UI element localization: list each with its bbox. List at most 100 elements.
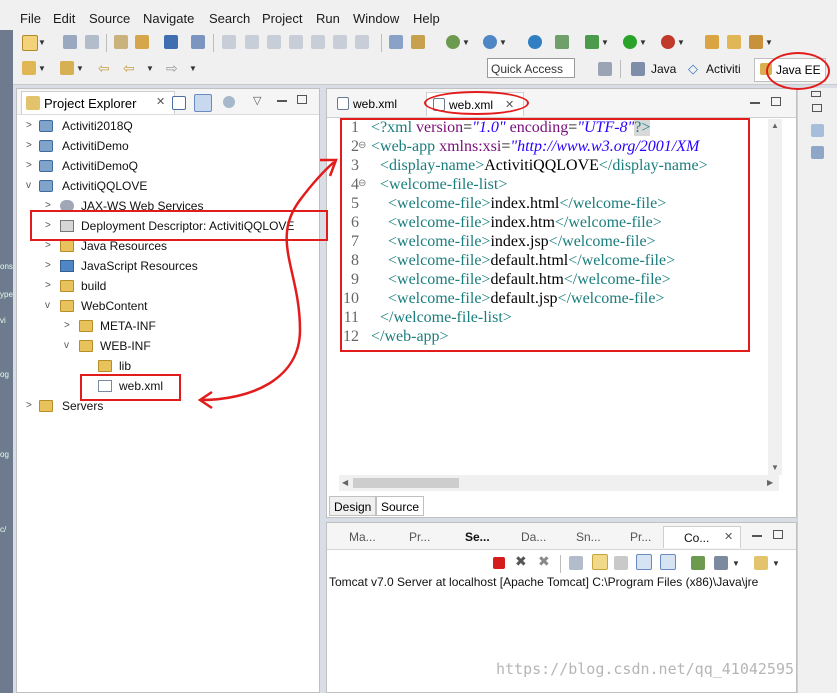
menu-file[interactable]: File <box>20 11 41 26</box>
chevron-down-icon[interactable]: ▼ <box>639 38 647 47</box>
menu-project[interactable]: Project <box>262 11 302 26</box>
minimize-icon[interactable] <box>750 102 760 104</box>
tab-source[interactable]: Source <box>376 496 425 516</box>
chevron-down-icon[interactable]: ▼ <box>76 64 84 73</box>
tab-data-source[interactable]: Da... <box>503 527 546 547</box>
save-icon[interactable] <box>63 35 77 49</box>
vertical-scrollbar[interactable]: ▲ ▼ <box>768 119 782 475</box>
maximize-icon[interactable] <box>812 104 822 112</box>
expand-arrow-icon[interactable]: > <box>45 277 51 295</box>
chevron-down-icon[interactable]: ▼ <box>732 559 740 568</box>
open-console-icon[interactable] <box>754 556 768 570</box>
save-all-icon[interactable] <box>85 35 99 49</box>
minimize-icon[interactable] <box>277 100 287 102</box>
build-icon[interactable] <box>114 35 128 49</box>
scroll-up-icon[interactable]: ▲ <box>771 121 779 130</box>
forward-icon[interactable]: ⇨ <box>166 60 178 77</box>
tree-item-activitiqqlove[interactable]: ActivitiQQLOVE <box>62 177 147 195</box>
project-folder-icon[interactable] <box>727 35 741 49</box>
new-icon[interactable] <box>22 35 38 51</box>
show-on-output-icon[interactable] <box>636 554 652 570</box>
task-list-icon[interactable] <box>811 146 824 159</box>
tab-properties[interactable]: Pr... <box>391 527 430 547</box>
collapse-arrow-icon[interactable]: v <box>45 297 50 315</box>
skip-breakpoints-icon[interactable] <box>191 35 205 49</box>
restore-icon[interactable] <box>811 91 821 97</box>
collapse-arrow-icon[interactable]: v <box>64 337 69 355</box>
chevron-down-icon[interactable]: ▼ <box>601 38 609 47</box>
next-annotation-icon[interactable] <box>22 61 36 75</box>
close-icon[interactable]: ✕ <box>724 530 733 543</box>
tab-project-explorer[interactable]: Project Explorer ✕ <box>21 91 175 114</box>
menu-help[interactable]: Help <box>413 11 440 26</box>
open-perspective-icon[interactable] <box>598 62 612 76</box>
open-perspective-run-icon[interactable] <box>555 35 569 49</box>
show-on-error-icon[interactable] <box>660 554 676 570</box>
perspective-java[interactable]: Java <box>651 58 676 80</box>
outline-view-icon[interactable] <box>811 124 824 137</box>
menu-search[interactable]: Search <box>209 11 250 26</box>
pin-console-icon[interactable] <box>691 556 705 570</box>
tab-console[interactable]: Co... ✕ <box>663 526 741 548</box>
new-server-icon[interactable] <box>446 35 460 49</box>
server-icon[interactable] <box>389 35 403 49</box>
scroll-lock-icon[interactable] <box>592 554 608 570</box>
horizontal-scrollbar[interactable]: ◀ ▶ <box>339 475 779 491</box>
external-tools-icon[interactable] <box>661 35 675 49</box>
tree-item-activitidemo[interactable]: ActivitiDemo <box>62 137 129 155</box>
quick-access-input[interactable]: Quick Access <box>487 58 575 78</box>
maximize-icon[interactable] <box>773 530 783 539</box>
tree-item-meta-inf[interactable]: META-INF <box>100 317 156 335</box>
expand-arrow-icon[interactable]: > <box>45 257 51 275</box>
tab-snippets[interactable]: Sn... <box>558 527 601 547</box>
remove-all-icon[interactable]: ✖ <box>538 553 550 570</box>
tab-markers[interactable]: Ma... <box>331 527 376 547</box>
word-wrap-icon[interactable] <box>614 556 628 570</box>
chevron-down-icon[interactable]: ▼ <box>38 38 46 47</box>
scroll-right-icon[interactable]: ▶ <box>767 478 773 487</box>
run-icon[interactable] <box>623 35 637 49</box>
web-service-icon[interactable] <box>483 35 497 49</box>
chevron-down-icon[interactable]: ▼ <box>462 38 470 47</box>
open-folder-icon[interactable] <box>705 35 719 49</box>
close-icon[interactable]: ✕ <box>156 95 165 108</box>
resume-icon[interactable] <box>222 35 236 49</box>
collapse-arrow-icon[interactable]: v <box>26 177 31 195</box>
tree-item-activiti2018q[interactable]: Activiti2018Q <box>62 117 133 135</box>
terminate-icon[interactable] <box>493 557 505 569</box>
suspend-icon[interactable] <box>245 35 259 49</box>
debug-icon[interactable] <box>585 35 599 49</box>
expand-arrow-icon[interactable]: > <box>26 397 32 415</box>
menu-window[interactable]: Window <box>353 11 399 26</box>
chevron-down-icon[interactable]: ▼ <box>189 64 197 73</box>
tree-item-lib[interactable]: lib <box>119 357 131 375</box>
chevron-down-icon[interactable]: ▼ <box>38 64 46 73</box>
minimize-icon[interactable] <box>752 535 762 537</box>
tab-servers[interactable]: Se... <box>447 527 490 547</box>
tab-web-xml-1[interactable]: web.xml <box>331 92 425 116</box>
scroll-left-icon[interactable]: ◀ <box>342 478 348 487</box>
step-into-icon[interactable] <box>311 35 325 49</box>
menu-navigate[interactable]: Navigate <box>143 11 194 26</box>
focus-icon[interactable] <box>223 96 235 108</box>
console-icon[interactable] <box>164 35 178 49</box>
expand-arrow-icon[interactable]: > <box>26 117 32 135</box>
step-over-icon[interactable] <box>333 35 347 49</box>
display-console-icon[interactable] <box>714 556 728 570</box>
menu-edit[interactable]: Edit <box>53 11 75 26</box>
browser-icon[interactable] <box>528 35 542 49</box>
last-edit-icon[interactable]: ⇦ <box>98 60 110 77</box>
maximize-icon[interactable] <box>771 97 781 106</box>
tree-item-webcontent[interactable]: WebContent <box>81 297 148 315</box>
pen-icon[interactable] <box>749 35 763 49</box>
chevron-down-icon[interactable]: ▼ <box>677 38 685 47</box>
expand-arrow-icon[interactable]: > <box>26 157 32 175</box>
tree-item-activitidemoq[interactable]: ActivitiDemoQ <box>62 157 138 175</box>
chevron-down-icon[interactable]: ▼ <box>765 38 773 47</box>
tree-item-build[interactable]: build <box>81 277 106 295</box>
open-type-icon[interactable] <box>135 35 149 49</box>
back-icon[interactable]: ⇦ <box>123 60 135 77</box>
scrollbar-thumb[interactable] <box>353 478 459 488</box>
clear-console-icon[interactable] <box>569 556 583 570</box>
menu-source[interactable]: Source <box>89 11 130 26</box>
